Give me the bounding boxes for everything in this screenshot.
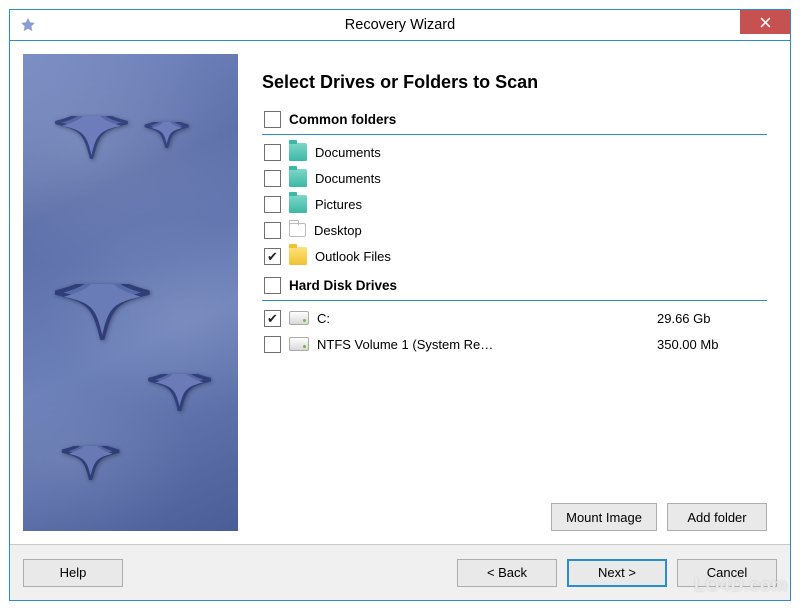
checkbox[interactable] [264,310,281,327]
checkbox-common-folders[interactable] [264,111,281,128]
mount-image-button[interactable]: Mount Image [551,503,657,531]
item-label: NTFS Volume 1 (System Re… [317,337,649,352]
help-button[interactable]: Help [23,559,123,587]
section-common-folders[interactable]: Common folders [262,109,767,132]
item-label: C: [317,311,649,326]
wizard-window: Recovery Wizard Select Drives or Folders… [9,9,791,601]
checkbox[interactable] [264,222,281,239]
drive-icon [289,311,309,325]
close-icon [760,17,771,28]
folder-icon [289,247,307,265]
cancel-button[interactable]: Cancel [677,559,777,587]
add-folder-button[interactable]: Add folder [667,503,767,531]
star-icon [57,446,125,514]
list-item[interactable]: Pictures [262,191,767,217]
list-item[interactable]: Documents [262,165,767,191]
checkbox[interactable] [264,336,281,353]
window-title: Recovery Wizard [345,17,455,33]
star-icon [49,116,135,202]
list-item[interactable]: Outlook Files [262,243,767,269]
checkbox[interactable] [264,144,281,161]
divider [262,300,767,301]
section-hard-drives[interactable]: Hard Disk Drives [262,275,767,298]
list-item[interactable]: C: 29.66 Gb [262,305,767,331]
drive-icon [289,337,309,351]
close-button[interactable] [740,10,790,34]
item-label: Documents [315,145,767,160]
main-panel: Select Drives or Folders to Scan Common … [252,54,777,531]
checkbox-hard-drives[interactable] [264,277,281,294]
folder-icon [289,143,307,161]
list-item[interactable]: Documents [262,139,767,165]
wizard-footer: Help < Back Next > Cancel [10,544,790,600]
wizard-body: Select Drives or Folders to Scan Common … [10,41,790,600]
item-label: Documents [315,171,767,186]
app-icon [19,17,37,35]
content-area: Select Drives or Folders to Scan Common … [10,41,790,544]
back-button[interactable]: < Back [457,559,557,587]
star-icon [143,374,217,448]
page-title: Select Drives or Folders to Scan [262,72,767,93]
item-label: Outlook Files [315,249,767,264]
checkbox[interactable] [264,248,281,265]
action-row: Mount Image Add folder [262,493,767,531]
divider [262,134,767,135]
checkbox[interactable] [264,196,281,213]
sidebar-art [23,54,238,531]
titlebar: Recovery Wizard [10,10,790,41]
folder-icon [289,169,307,187]
item-size: 29.66 Gb [657,311,767,326]
section-label: Common folders [289,112,396,127]
list-item[interactable]: NTFS Volume 1 (System Re… 350.00 Mb [262,331,767,357]
folder-icon [289,223,306,237]
section-label: Hard Disk Drives [289,278,397,293]
item-label: Desktop [314,223,767,238]
folder-icon [289,195,307,213]
item-size: 350.00 Mb [657,337,767,352]
checkbox[interactable] [264,170,281,187]
list-item[interactable]: Desktop [262,217,767,243]
next-button[interactable]: Next > [567,559,667,587]
item-label: Pictures [315,197,767,212]
star-icon [141,122,193,174]
